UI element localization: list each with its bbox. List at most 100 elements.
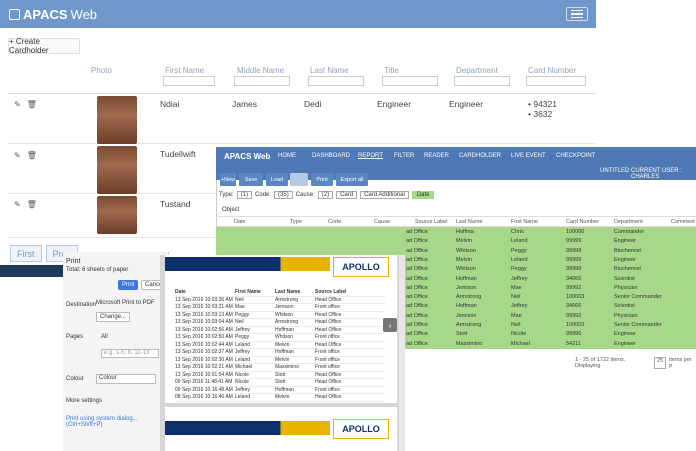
card-additional-button[interactable]: Card Additional [360, 191, 409, 199]
change-destination-button[interactable]: Change... [96, 312, 131, 322]
preview-cell: Whitson [275, 334, 294, 341]
report-cell: Jeffrey [511, 275, 528, 282]
report-cell: Chris [511, 229, 524, 235]
preview-scrollbar[interactable] [399, 255, 405, 451]
report-cell: 99999 [566, 238, 582, 245]
pages-range-input[interactable]: e.g. 1-5, 8, 11-13 [101, 349, 159, 358]
destination-value[interactable]: Microsoft Print to PDF [96, 300, 155, 306]
print-confirm-button[interactable]: Print [118, 280, 139, 290]
page-header-stripe [165, 421, 330, 435]
report-cell: Commander [614, 229, 645, 235]
card-number-filter[interactable] [526, 76, 586, 86]
more-settings-toggle[interactable]: More settings [66, 398, 102, 404]
colour-select[interactable]: Colour [96, 374, 156, 384]
delete-icon[interactable]: 🗑 [27, 100, 37, 109]
nav-filter[interactable]: FILTER [394, 153, 414, 159]
hamburger-icon [571, 13, 583, 15]
first-name-filter[interactable] [163, 76, 215, 86]
report-cell: Neil [511, 322, 521, 328]
preview-cell: Head Office [315, 341, 342, 348]
page-size-select[interactable]: 25 [654, 357, 667, 369]
app-logo[interactable]: APACS Web [9, 7, 97, 22]
report-cell: 99996 [566, 331, 582, 338]
report-logo[interactable]: APACS Web [224, 152, 270, 161]
nav-cardholder[interactable]: CARDHOLDER [459, 153, 501, 159]
col-type[interactable]: Type [290, 219, 302, 225]
nav-reader[interactable]: READER [424, 153, 449, 159]
col-source-label[interactable]: Source Label [415, 219, 447, 225]
pages-label: Pages [66, 334, 84, 340]
row-actions: ✎ 🗑 [14, 100, 37, 109]
create-cardholder-button[interactable]: + Create Cardholder [8, 37, 80, 55]
type-select[interactable]: (1) [236, 191, 253, 199]
preview-cell: Head Office [315, 371, 342, 378]
preview-cell: Leland [235, 341, 251, 348]
card-button[interactable]: Card [336, 191, 358, 199]
col-card-number[interactable]: Card Number [566, 219, 599, 225]
print-button[interactable]: Print [311, 173, 333, 186]
middle-name-filter[interactable] [234, 76, 290, 86]
delete-icon[interactable]: 🗑 [27, 200, 37, 209]
first-page-button[interactable]: First [10, 245, 42, 262]
load-button[interactable]: Load [266, 173, 288, 186]
preview-row: 13 Sep 2016 10:01:54 AM Nicole Stott Head O… [175, 371, 385, 379]
title-filter[interactable] [382, 76, 438, 86]
department-filter[interactable] [454, 76, 510, 86]
current-user: CURRENT USER : CHARLES [631, 168, 682, 180]
preview-col-header: First Name [235, 289, 261, 296]
preview-cell: Jeffrey [235, 326, 250, 333]
new-button[interactable]: +New [220, 173, 236, 186]
report-cell: Physician [614, 284, 638, 291]
preview-col-header: Last Name [275, 289, 301, 296]
nav-report[interactable]: REPORT [358, 153, 383, 159]
date-button[interactable]: Date [411, 191, 435, 199]
nav-live-event[interactable]: LIVE EVENT [511, 153, 546, 159]
preview-cell: 13 Sep 2016 10:02:37 AM [175, 349, 233, 356]
page-header-stripe [165, 257, 330, 271]
brand-suffix: Web [70, 7, 98, 22]
menu-toggle-button[interactable] [566, 7, 588, 21]
chevron-right-icon[interactable]: › [383, 318, 397, 332]
col-date[interactable]: Date [234, 219, 246, 225]
object-toggle[interactable]: Object [222, 207, 239, 213]
avatar [97, 96, 137, 144]
save-button[interactable]: Save [239, 173, 263, 186]
report-cell: Stott [456, 331, 468, 338]
export-all-button[interactable]: Export all [336, 173, 368, 186]
brand-name: APACS [23, 7, 68, 22]
preview-cell: Jeffrey [235, 349, 250, 356]
code-label: Code: [255, 192, 272, 198]
col-comment[interactable]: Comment [671, 219, 695, 225]
preview-row: 13 Sep 2016 10:03:13 AM Peggy Whitson Head … [175, 311, 385, 319]
report-cell: Massimino [456, 340, 483, 347]
preview-cell: Head Office [315, 296, 342, 303]
system-dialog-link[interactable]: Print using system dialog... (Ctrl+Shift… [66, 416, 168, 428]
col-first-name[interactable]: First Name [511, 219, 538, 225]
report-cell: ad Office [406, 247, 428, 254]
col-last-name[interactable]: Last Name [456, 219, 483, 225]
cause-select[interactable]: (2) [317, 191, 334, 199]
apollo-logo: APOLLO [333, 419, 389, 439]
col-cause[interactable]: Cause [374, 219, 390, 225]
col-photo: Photo [91, 66, 112, 75]
report-cell: ad Office [406, 266, 428, 273]
row-actions: ✎ 🗑 [14, 151, 37, 160]
col-code[interactable]: Code [328, 219, 341, 225]
middle-name-cell: James [232, 99, 258, 109]
nav-home[interactable]: HOME [278, 153, 296, 159]
edit-icon[interactable]: ✎ [14, 200, 21, 209]
cursor-button[interactable] [290, 173, 308, 186]
pages-all-radio[interactable]: All [101, 334, 108, 340]
nav-checkpoint[interactable]: CHECKPOINT [556, 153, 595, 159]
print-title: Print [66, 258, 81, 265]
delete-icon[interactable]: 🗑 [27, 151, 37, 160]
code-select[interactable]: (35) [274, 191, 293, 199]
col-department[interactable]: Department [614, 219, 643, 225]
last-name-filter[interactable] [308, 76, 364, 86]
nav-dashboard[interactable]: DASHBOARD [312, 153, 350, 159]
edit-icon[interactable]: ✎ [14, 151, 21, 160]
preview-col-header: Date [175, 289, 186, 296]
edit-icon[interactable]: ✎ [14, 100, 21, 109]
preview-cell: Front office [315, 386, 340, 393]
preview-cell: Whitson [275, 311, 294, 318]
